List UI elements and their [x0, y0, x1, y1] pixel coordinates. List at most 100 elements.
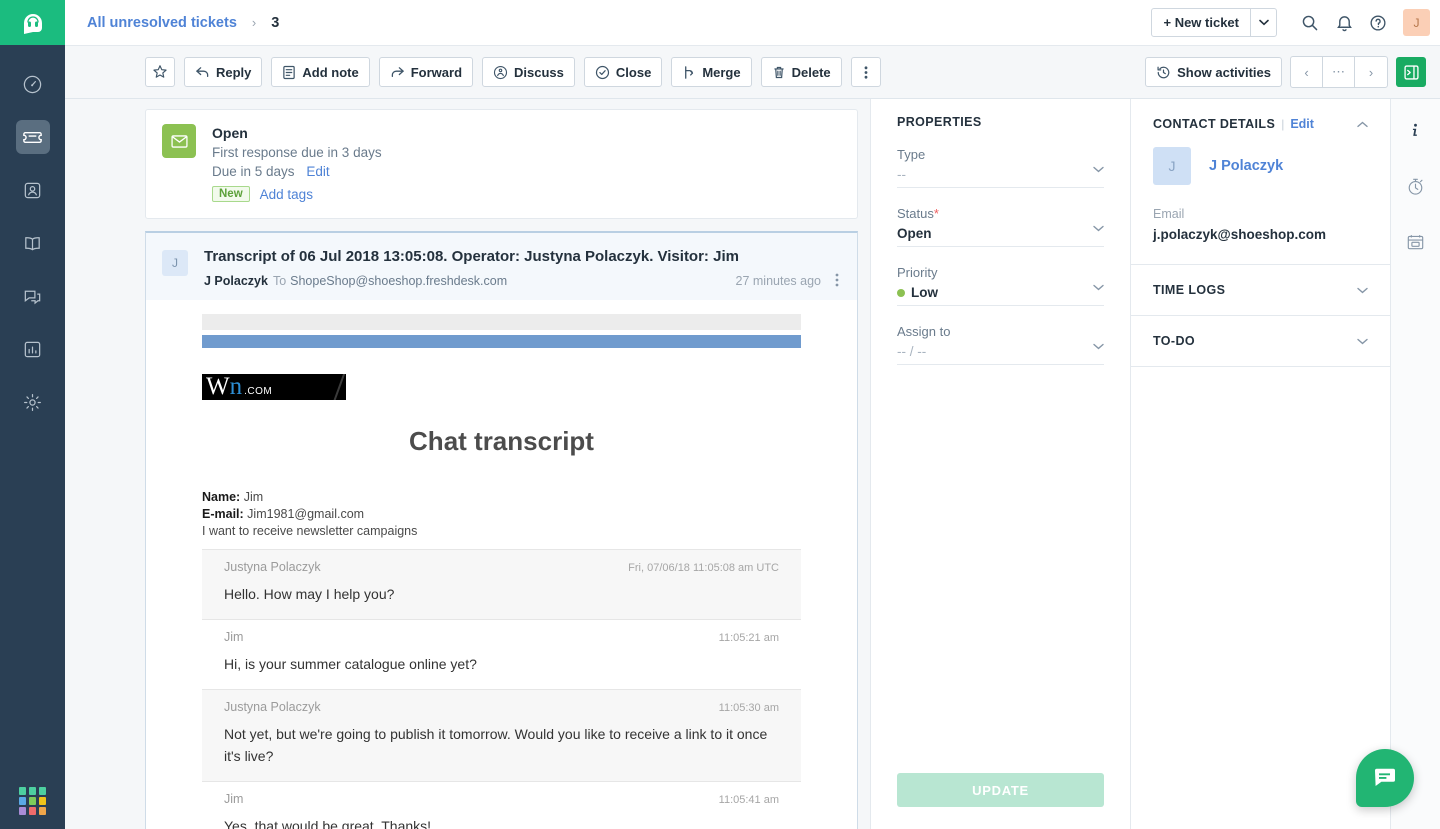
- field-assign-to[interactable]: Assign to -- / --: [897, 324, 1104, 365]
- message-text: Hi, is your summer catalogue online yet?: [224, 656, 477, 672]
- contact-panel: CONTACT DETAILS | Edit J J Polaczyk Emai…: [1130, 99, 1390, 829]
- prev-ticket-button[interactable]: ‹: [1291, 57, 1323, 87]
- email-kebab-icon[interactable]: [835, 273, 839, 288]
- new-ticket-button[interactable]: + New ticket: [1152, 9, 1250, 36]
- transcript-inner: W n .COM Chat transcript Name: Jim E-mai…: [146, 300, 857, 829]
- ticket-list-button[interactable]: ⋯: [1323, 57, 1355, 87]
- envelope-icon: [162, 124, 196, 158]
- wn-logo-com: .COM: [244, 386, 273, 397]
- stopwatch-icon[interactable]: [1401, 171, 1431, 201]
- chat-widget-button[interactable]: [1356, 749, 1414, 807]
- visitor-name-label: Name:: [202, 490, 241, 504]
- show-activities-button[interactable]: Show activities: [1145, 57, 1282, 87]
- email-meta: J Polaczyk To ShopeShop@shoeshop.freshde…: [204, 273, 839, 288]
- properties-panel: PROPERTIES Type -- Status* Open Priority…: [870, 99, 1130, 829]
- contact-avatar: J: [1153, 147, 1191, 185]
- merge-button[interactable]: Merge: [671, 57, 752, 87]
- reply-button[interactable]: Reply: [184, 57, 263, 87]
- update-button[interactable]: UPDATE: [897, 773, 1104, 807]
- section-to-do[interactable]: TO-DO: [1131, 316, 1390, 367]
- chat-transcript: W n .COM Chat transcript Name: Jim E-mai…: [146, 300, 857, 829]
- next-ticket-button[interactable]: ›: [1355, 57, 1387, 87]
- conversation-column: Open First response due in 3 days Due in…: [65, 99, 870, 829]
- new-ticket-dropdown[interactable]: [1250, 9, 1276, 36]
- to-do-title: TO-DO: [1153, 334, 1196, 348]
- delete-button[interactable]: Delete: [760, 57, 842, 87]
- transcript-messages: Justyna Polaczyk Fri, 07/06/18 11:05:08 …: [202, 549, 801, 829]
- chevron-down-icon[interactable]: [1357, 281, 1368, 299]
- field-assign-to-label: Assign to: [897, 324, 951, 339]
- forward-button[interactable]: Forward: [378, 57, 474, 87]
- breadcrumb-link[interactable]: All unresolved tickets: [87, 15, 237, 31]
- status-text-block: Open First response due in 3 days Due in…: [212, 124, 382, 202]
- chevron-up-icon[interactable]: [1357, 115, 1368, 133]
- message-head: Justyna Polaczyk 11:05:30 am: [224, 700, 779, 714]
- chevron-down-icon[interactable]: [1093, 219, 1104, 237]
- add-note-label: Add note: [302, 64, 359, 80]
- add-tags-link[interactable]: Add tags: [260, 187, 313, 202]
- visitor-email-label: E-mail:: [202, 507, 244, 521]
- forward-label: Forward: [410, 64, 463, 80]
- avatar[interactable]: J: [1403, 9, 1430, 36]
- chevron-down-icon[interactable]: [1093, 337, 1104, 355]
- toolbar-right: Show activities ‹ ⋯ ›: [1145, 56, 1426, 88]
- message-text: Not yet, but we're going to publish it t…: [224, 726, 768, 764]
- field-type[interactable]: Type --: [897, 147, 1104, 188]
- add-note-button[interactable]: Add note: [271, 57, 370, 87]
- message-author: Jim: [224, 792, 244, 806]
- visitor-email-row: E-mail: Jim1981@gmail.com: [202, 506, 801, 523]
- transcript-banner-grey: [202, 314, 801, 330]
- sidebar-item-forums[interactable]: [16, 279, 50, 313]
- contact-details-header: CONTACT DETAILS | Edit: [1131, 99, 1390, 147]
- edit-due-link[interactable]: Edit: [306, 164, 329, 179]
- chevron-down-icon[interactable]: [1093, 160, 1104, 178]
- field-priority-value: Low: [911, 285, 938, 300]
- chevron-down-icon[interactable]: [1357, 332, 1368, 350]
- time-logs-title: TIME LOGS: [1153, 283, 1226, 297]
- message-head: Jim 11:05:41 am: [224, 792, 779, 806]
- message-time: Fri, 07/06/18 11:05:08 am UTC: [628, 562, 779, 574]
- star-button[interactable]: [145, 57, 175, 87]
- properties-title: PROPERTIES: [897, 115, 982, 129]
- ticket-status-card: Open First response due in 3 days Due in…: [145, 109, 858, 219]
- required-asterisk: *: [933, 206, 939, 221]
- contact-details-title: CONTACT DETAILS: [1153, 117, 1276, 131]
- info-icon[interactable]: [1401, 115, 1431, 145]
- help-circle-icon[interactable]: [1361, 6, 1395, 40]
- sidebar-item-solutions[interactable]: [16, 226, 50, 260]
- sidebar-item-reports[interactable]: [16, 332, 50, 366]
- calendar-icon[interactable]: [1401, 227, 1431, 257]
- message-author: Jim: [224, 630, 244, 644]
- contact-email-label: Email: [1153, 207, 1185, 221]
- contact-name-link[interactable]: J Polaczyk: [1209, 158, 1283, 174]
- ticket-action-toolbar: Reply Add note Forward Discuss Close Mer…: [65, 45, 1440, 99]
- sidebar-item-tickets[interactable]: [15, 120, 50, 154]
- main-column: All unresolved tickets › 3 + New ticket: [65, 0, 1440, 829]
- sidebar-item-dashboard[interactable]: [16, 67, 50, 101]
- sidebar-item-admin[interactable]: [16, 385, 50, 419]
- sidebar-item-contacts[interactable]: [16, 173, 50, 207]
- freshdesk-logo[interactable]: [0, 0, 65, 45]
- more-actions-button[interactable]: [850, 57, 881, 87]
- field-status[interactable]: Status* Open: [897, 206, 1104, 247]
- search-icon[interactable]: [1293, 6, 1327, 40]
- contact-email-value: j.polaczyk@shoeshop.com: [1153, 227, 1326, 242]
- email-header: J Transcript of 06 Jul 2018 13:05:08. Op…: [146, 233, 857, 300]
- visitor-name-row: Name: Jim: [202, 489, 801, 506]
- close-button[interactable]: Close: [583, 57, 663, 87]
- due-text: Due in 5 days: [212, 164, 295, 179]
- properties-body: PROPERTIES Type -- Status* Open Priority…: [871, 99, 1130, 773]
- field-type-label: Type: [897, 147, 926, 162]
- chevron-down-icon[interactable]: [1093, 278, 1104, 296]
- contact-edit-link[interactable]: Edit: [1290, 117, 1314, 131]
- discuss-button[interactable]: Discuss: [482, 57, 575, 87]
- rail-items: [15, 67, 50, 419]
- field-priority[interactable]: Priority Low: [897, 265, 1104, 306]
- bell-icon[interactable]: [1327, 6, 1361, 40]
- wn-logo: W n .COM: [202, 374, 346, 400]
- message-head: Justyna Polaczyk Fri, 07/06/18 11:05:08 …: [224, 560, 779, 574]
- app-grid-icon[interactable]: [18, 787, 47, 815]
- section-time-logs[interactable]: TIME LOGS: [1131, 265, 1390, 316]
- transcript-title: Chat transcript: [409, 426, 594, 456]
- collapse-panel-button[interactable]: [1396, 57, 1426, 87]
